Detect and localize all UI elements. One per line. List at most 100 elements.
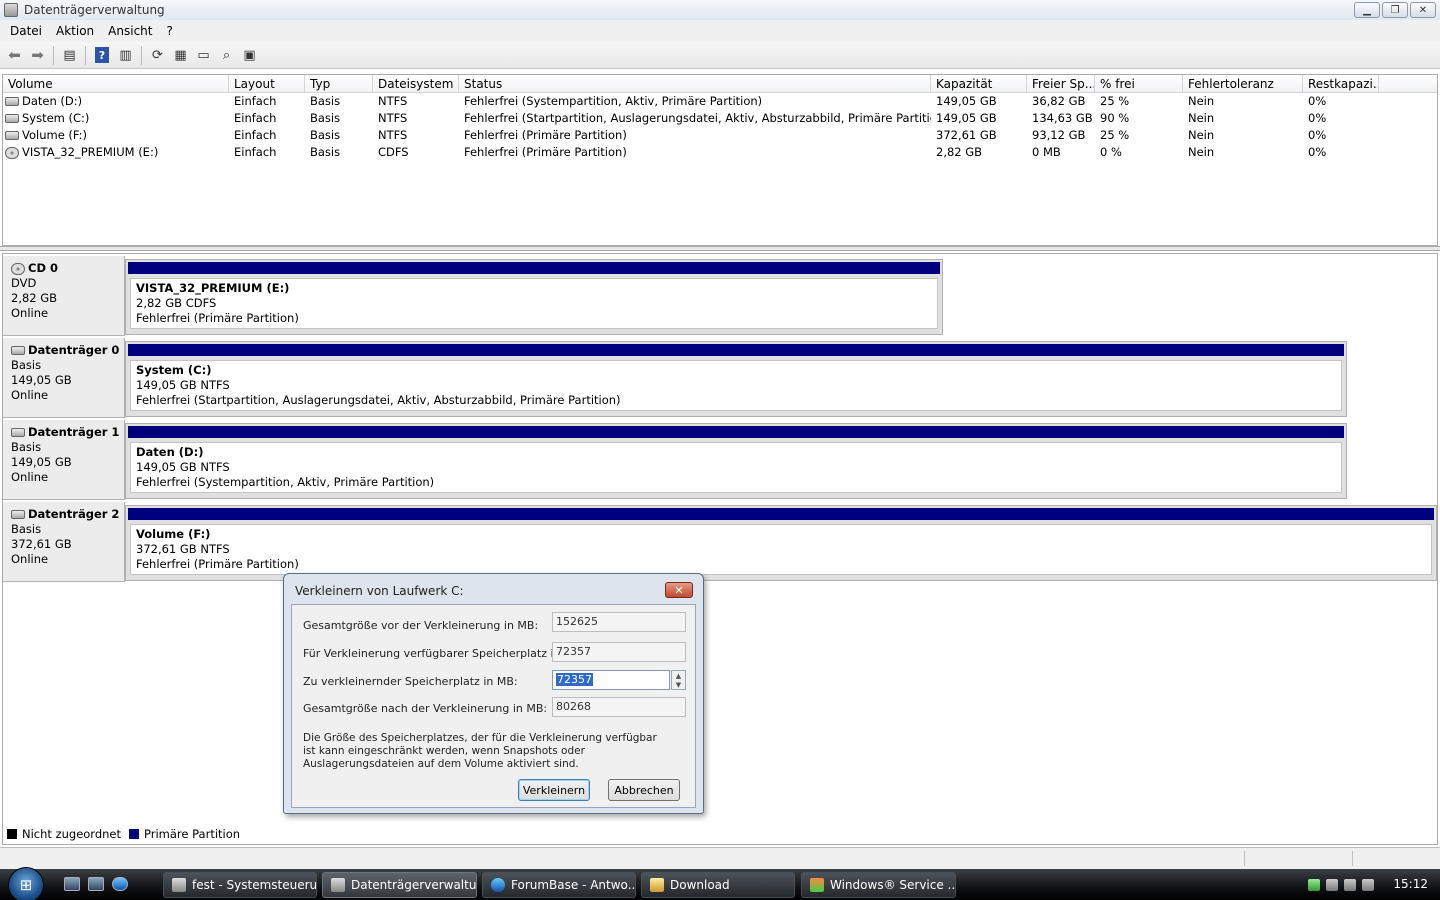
taskbar-item[interactable]: Download: [641, 872, 795, 898]
toolbar-separator: [85, 45, 86, 65]
column-header-volume[interactable]: Volume: [3, 75, 229, 92]
disk-management-icon: [331, 878, 345, 892]
column-header-fehlertoleranz[interactable]: Fehlertoleranz: [1183, 75, 1303, 92]
clock[interactable]: 15:12: [1393, 877, 1428, 891]
taskbar-item[interactable]: fest - Systemsteueru...: [163, 872, 317, 898]
search-icon[interactable]: ⌕: [216, 45, 237, 66]
column-header-kapazitaet[interactable]: Kapazität: [931, 75, 1027, 92]
shrink-amount-input[interactable]: 72357: [552, 670, 670, 690]
primary-partition-bar: [128, 344, 1344, 356]
disk-name: CD 0: [28, 261, 58, 275]
capacity-cell: 149,05 GB: [936, 94, 997, 108]
pane-splitter[interactable]: [0, 246, 1440, 251]
internet-explorer-icon[interactable]: [112, 877, 128, 891]
drive-icon: [5, 114, 19, 123]
partition-block[interactable]: Volume (F:) 372,61 GB NTFS Fehlerfrei (P…: [125, 505, 1437, 581]
menu-help[interactable]: ?: [159, 20, 179, 42]
filesystem-cell: NTFS: [378, 111, 408, 125]
volume-name: Daten (D:): [22, 94, 83, 108]
partition-name: Daten (D:): [136, 445, 204, 459]
taskbar-item-label: Datenträgerverwaltu...: [351, 878, 477, 892]
column-header-typ[interactable]: Typ: [305, 75, 373, 92]
disk-info[interactable]: Datenträger 0 Basis 149,05 GB Online: [3, 338, 125, 418]
shrink-amount-spinner[interactable]: ▲ ▼: [671, 670, 686, 690]
help-icon[interactable]: ?: [95, 47, 109, 63]
drive-icon: [11, 346, 25, 355]
taskbar-item-label: fest - Systemsteueru...: [192, 878, 317, 892]
drive-icon: [5, 131, 19, 140]
percent-free-cell: 25 %: [1100, 128, 1130, 142]
disk-row-cd0: CD 0 DVD 2,82 GB Online VISTA_32_PREMIUM…: [3, 256, 1439, 336]
taskbar-item-label: Windows® Service ...: [830, 878, 956, 892]
dialog-title: Verkleinern von Laufwerk C:: [295, 584, 464, 598]
start-button[interactable]: ⊞: [8, 867, 44, 900]
minimize-button[interactable]: ▁: [1354, 2, 1380, 18]
typ-cell: Basis: [310, 94, 341, 108]
back-arrow-icon[interactable]: ⬅: [4, 45, 25, 66]
dialog-close-button[interactable]: ✕: [665, 582, 693, 598]
close-window-button[interactable]: ✕: [1410, 2, 1436, 18]
window-switcher-icon[interactable]: [88, 877, 104, 891]
battery-icon[interactable]: [1326, 878, 1338, 891]
column-header-dateisystem[interactable]: Dateisystem: [373, 75, 459, 92]
cancel-button[interactable]: Abbrechen: [608, 779, 680, 801]
network-icon[interactable]: [1344, 878, 1356, 891]
settings-icon[interactable]: ▣: [239, 45, 260, 66]
taskbar-item[interactable]: Windows® Service ...: [801, 872, 956, 898]
table-row[interactable]: System (C:) Einfach Basis NTFS Fehlerfre…: [3, 110, 1437, 127]
volume-icon[interactable]: [1362, 878, 1374, 891]
partition-block[interactable]: System (C:) 149,05 GB NTFS Fehlerfrei (S…: [125, 341, 1347, 417]
table-row[interactable]: Daten (D:) Einfach Basis NTFS Fehlerfrei…: [3, 93, 1437, 110]
disk-info[interactable]: Datenträger 1 Basis 149,05 GB Online: [3, 420, 125, 500]
primary-partition-bar: [128, 426, 1344, 438]
forward-arrow-icon[interactable]: ➡: [27, 45, 48, 66]
disk-state: Online: [11, 306, 49, 320]
spin-up-icon[interactable]: ▲: [676, 672, 681, 680]
taskbar-item-active[interactable]: Datenträgerverwaltu...: [322, 872, 477, 898]
windows-logo-icon: ⊞: [19, 876, 33, 894]
disk-info[interactable]: Datenträger 2 Basis 372,61 GB Online: [3, 502, 125, 582]
column-header-prozent-frei[interactable]: % frei: [1095, 75, 1183, 92]
menu-ansicht[interactable]: Ansicht: [101, 20, 159, 42]
show-desktop-icon[interactable]: [64, 877, 80, 891]
menu-aktion[interactable]: Aktion: [49, 20, 101, 42]
partition-name: VISTA_32_PREMIUM (E:): [136, 281, 290, 295]
refresh-icon[interactable]: ⟳: [147, 45, 168, 66]
partition-status: Fehlerfrei (Primäre Partition): [136, 311, 299, 325]
properties-icon[interactable]: ▦: [170, 45, 191, 66]
size-after-field: 80268: [552, 697, 686, 717]
capacity-cell: 372,61 GB: [936, 128, 997, 142]
shrink-button[interactable]: Verkleinern: [518, 779, 590, 801]
table-row[interactable]: Volume (F:) Einfach Basis NTFS Fehlerfre…: [3, 127, 1437, 144]
disk-state: Online: [11, 388, 49, 402]
disk-management-app-icon: [4, 3, 18, 17]
volume-list-header: Volume Layout Typ Dateisystem Status Kap…: [3, 75, 1437, 93]
status-separator: [1352, 851, 1353, 866]
disk-size: 2,82 GB: [11, 291, 58, 305]
column-header-freier-speicher[interactable]: Freier Sp...: [1027, 75, 1095, 92]
action-pane-icon[interactable]: ▥: [115, 45, 136, 66]
menu-datei[interactable]: Datei: [3, 20, 49, 42]
free-space-cell: 0 MB: [1032, 145, 1061, 159]
partition-block[interactable]: VISTA_32_PREMIUM (E:) 2,82 GB CDFS Fehle…: [125, 259, 943, 335]
taskbar-item[interactable]: ForumBase - Antwo...: [482, 872, 636, 898]
partition-block[interactable]: Daten (D:) 149,05 GB NTFS Fehlerfrei (Sy…: [125, 423, 1347, 499]
status-separator: [1244, 851, 1245, 866]
table-row[interactable]: VISTA_32_PREMIUM (E:) Einfach Basis CDFS…: [3, 144, 1437, 161]
disk-name: Datenträger 1: [28, 425, 120, 439]
dialog-note: Die Größe des Speicherplatzes, der für d…: [303, 732, 657, 770]
console-tree-icon[interactable]: ▤: [59, 45, 80, 66]
partition-name: Volume (F:): [136, 527, 211, 541]
column-header-restkapazitaet[interactable]: Restkapazi...: [1303, 75, 1379, 92]
open-folder-icon[interactable]: ▭: [193, 45, 214, 66]
restore-button[interactable]: ❐: [1382, 2, 1408, 18]
safely-remove-hardware-icon[interactable]: [1308, 878, 1320, 891]
spin-down-icon[interactable]: ▼: [676, 681, 681, 689]
layout-cell: Einfach: [234, 94, 277, 108]
partition-size: 2,82 GB CDFS: [136, 296, 217, 310]
percent-free-cell: 25 %: [1100, 94, 1130, 108]
column-header-layout[interactable]: Layout: [229, 75, 305, 92]
disk-info[interactable]: CD 0 DVD 2,82 GB Online: [3, 256, 125, 336]
column-header-status[interactable]: Status: [459, 75, 931, 92]
free-space-cell: 36,82 GB: [1032, 94, 1086, 108]
